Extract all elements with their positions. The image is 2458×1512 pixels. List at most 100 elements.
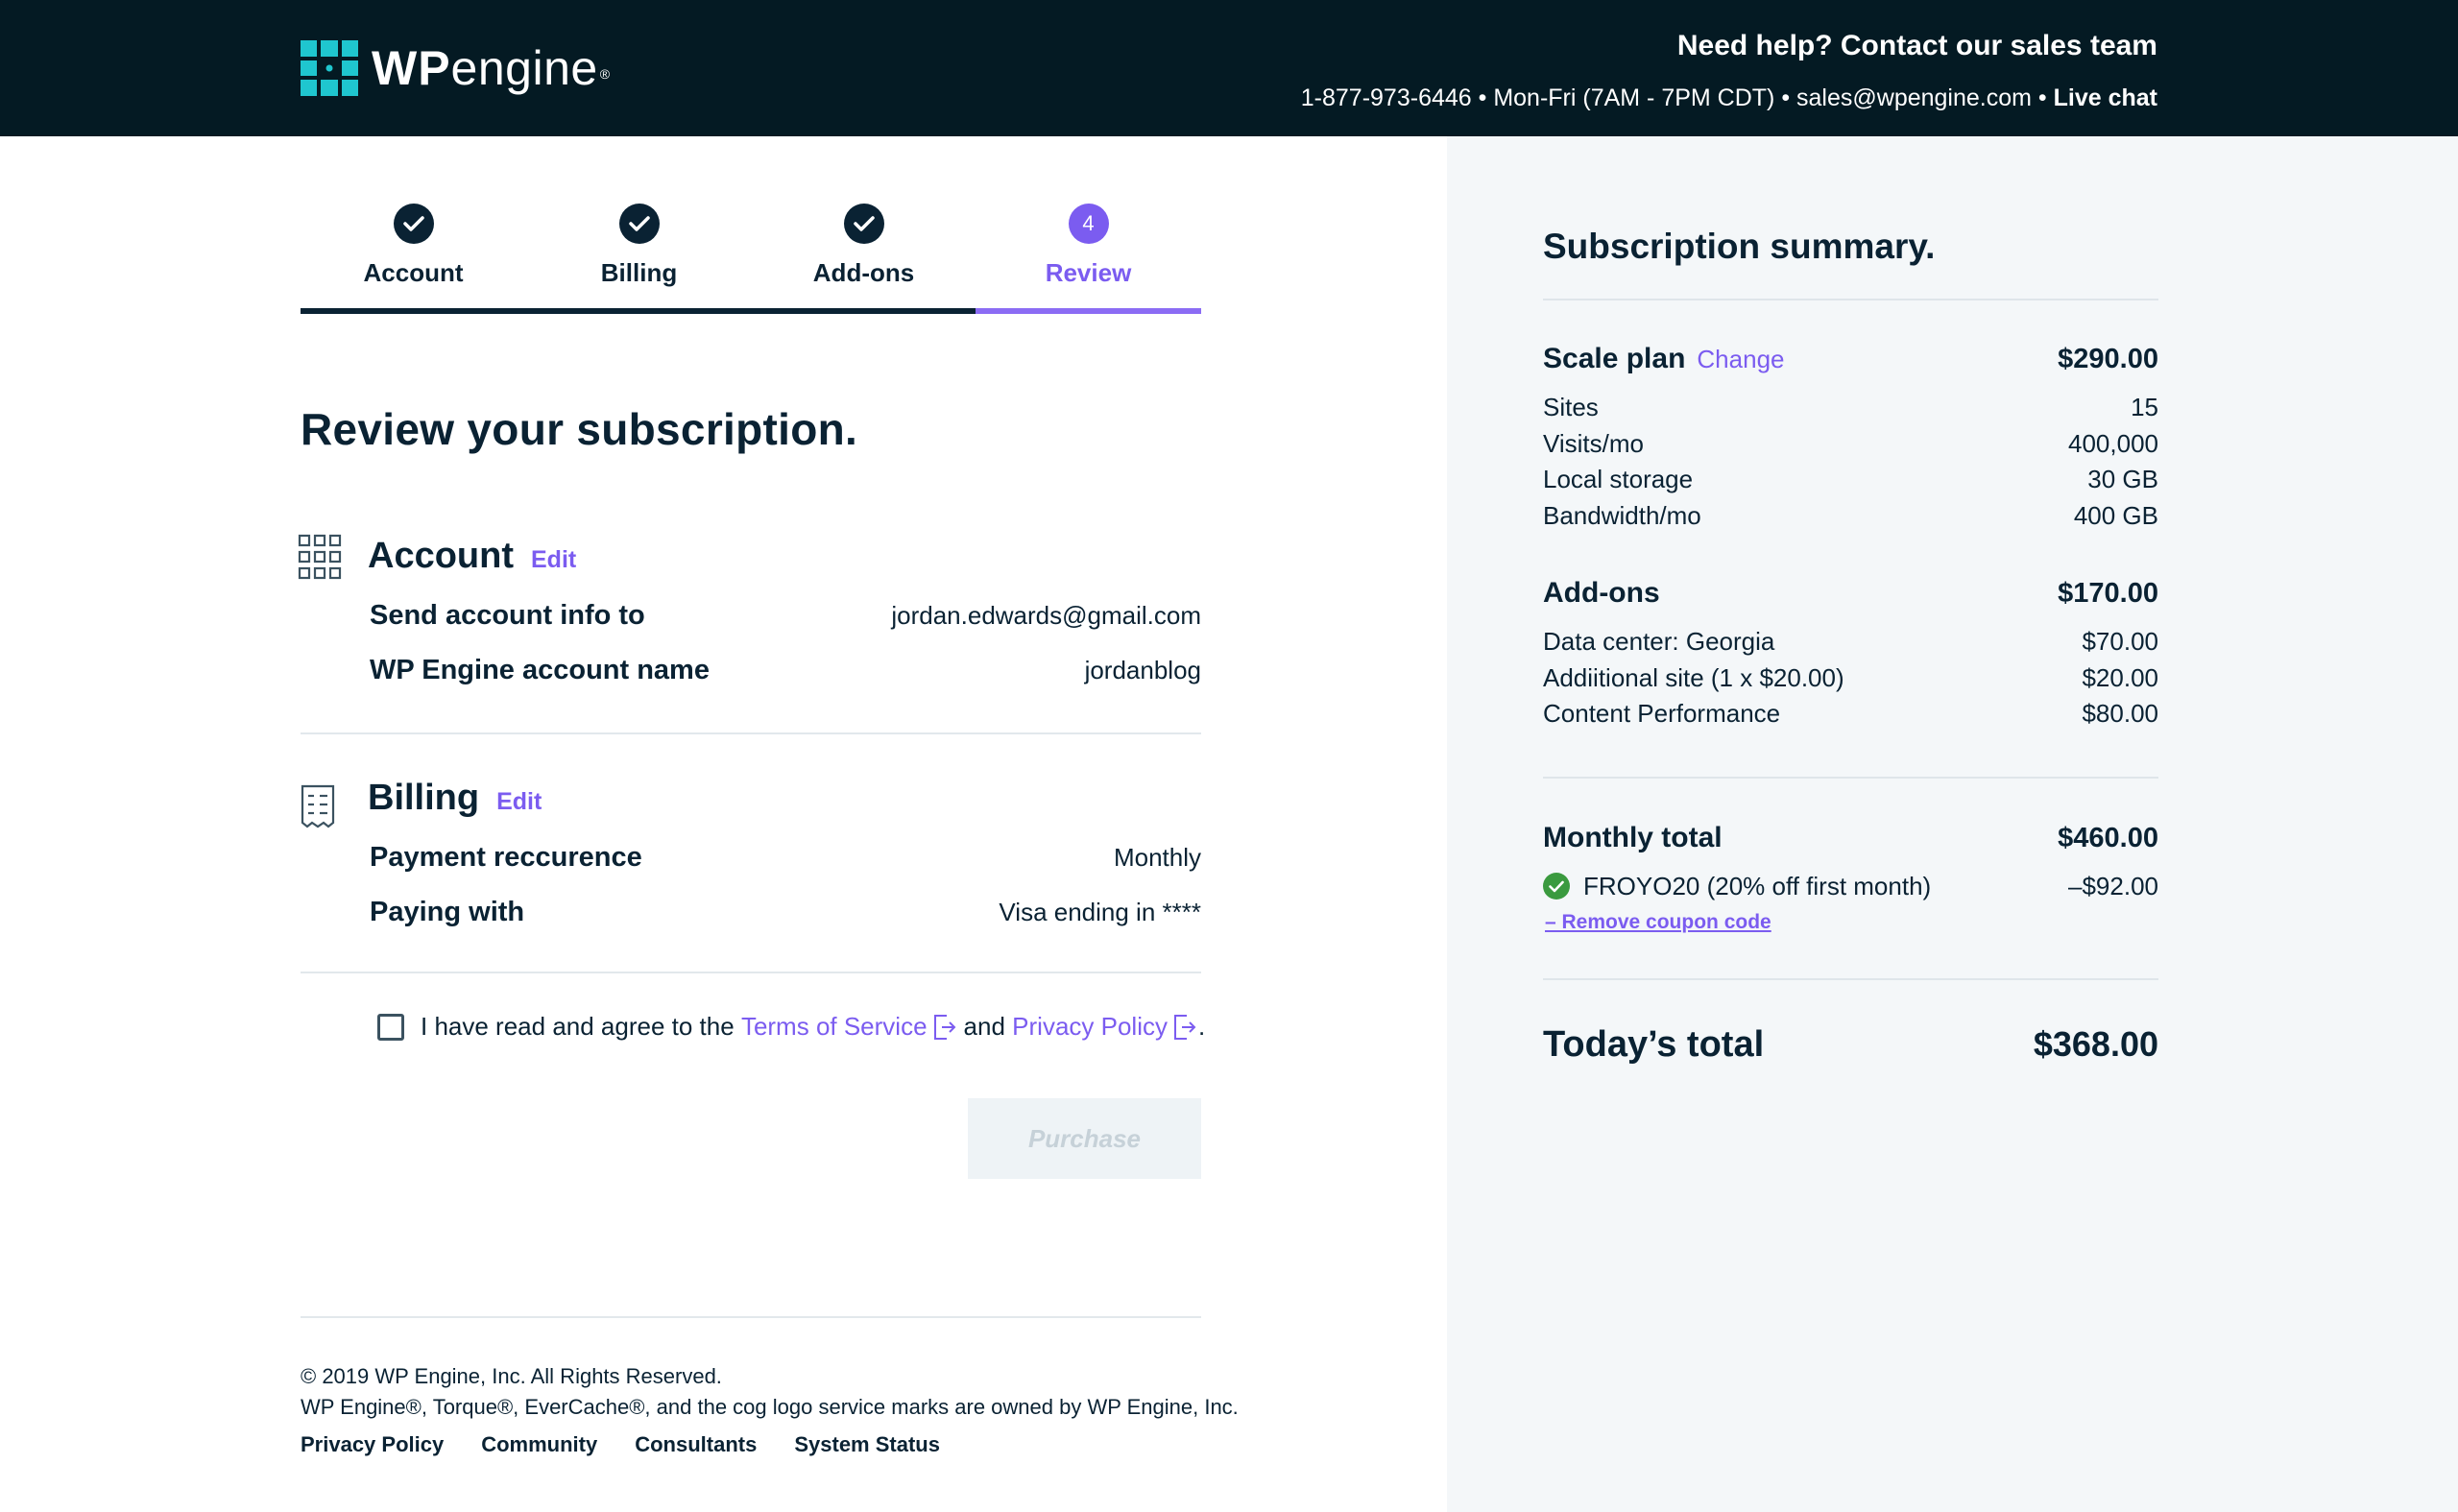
external-link-icon	[1174, 1014, 1196, 1040]
help-contact: Need help? Contact our sales team 1-877-…	[1301, 29, 2157, 113]
coupon-discount: –$92.00	[2068, 871, 2158, 900]
terms-checkbox[interactable]	[377, 1013, 404, 1041]
row-label: WP Engine account name	[370, 654, 710, 685]
step-billing[interactable]: Billing	[526, 202, 752, 317]
stepper-progress-current	[976, 308, 1201, 314]
row-label: Paying with	[370, 896, 525, 927]
step-review[interactable]: 4 Review	[976, 202, 1201, 317]
change-plan-link[interactable]: Change	[1697, 345, 1784, 373]
stepper-progress-complete	[301, 308, 976, 314]
terms-agreement: I have read and agree to the Terms of Se…	[377, 1012, 1205, 1042]
help-title: Need help? Contact our sales team	[1676, 30, 2157, 61]
help-contact-line: 1-877-973-6446 • Mon-Fri (7AM - 7PM CDT)…	[1301, 83, 2157, 113]
row-value: jordan.edwards@gmail.com	[891, 600, 1201, 630]
coupon-code: FROYO20 (20% off first month)	[1583, 871, 1932, 900]
detail-label: Content Performance	[1543, 698, 1781, 728]
monthly-total-price: $460.00	[2058, 822, 2158, 853]
plan-detail-row: Sites 15	[1543, 391, 2158, 423]
coupon-row: FROYO20 (20% off first month) –$92.00	[1543, 870, 2158, 902]
account-section-title: Account	[368, 536, 514, 576]
footer-link-consultants[interactable]: Consultants	[635, 1432, 757, 1457]
copyright: © 2019 WP Engine, Inc. All Rights Reserv…	[301, 1364, 722, 1388]
account-section-header: Account Edit	[368, 536, 576, 577]
agreement-and: and	[963, 1012, 1005, 1041]
plan-detail-row: Visits/mo 400,000	[1543, 427, 2158, 460]
detail-value: 30 GB	[2087, 464, 2158, 493]
row-label: Send account info to	[370, 599, 645, 631]
summary-divider	[1543, 978, 2158, 980]
footer-links: Privacy Policy Community Consultants Sys…	[301, 1432, 977, 1457]
billing-section-header: Billing Edit	[368, 778, 542, 819]
row-value: Visa ending in ****	[999, 897, 1201, 926]
contact-details: 1-877-973-6446 • Mon-Fri (7AM - 7PM CDT)…	[1300, 84, 2054, 111]
addons-row: Add-ons $170.00	[1543, 574, 2158, 612]
receipt-icon	[301, 784, 335, 828]
detail-label: Data center: Georgia	[1543, 626, 1775, 656]
coupon-label-group: FROYO20 (20% off first month)	[1543, 872, 1931, 901]
trademark-notice: WP Engine®, Torque®, EverCache®, and the…	[301, 1395, 1239, 1419]
addon-detail-row: Addiitional site (1 x $20.00) $20.00	[1543, 661, 2158, 694]
purchase-button[interactable]: Purchase	[968, 1098, 1201, 1179]
privacy-policy-link[interactable]: Privacy Policy	[1012, 1012, 1168, 1042]
step-label: Account	[363, 258, 464, 287]
step-account[interactable]: Account	[301, 202, 526, 317]
logo-registered: ®	[599, 66, 611, 82]
row-label: Payment reccurence	[370, 841, 642, 873]
todays-total-row: Today’s total $368.00	[1543, 1020, 2158, 1068]
addon-detail-row: Data center: Georgia $70.00	[1543, 625, 2158, 658]
detail-value: 400 GB	[2073, 500, 2158, 530]
footer-link-privacy-policy[interactable]: Privacy Policy	[301, 1432, 444, 1457]
logo-wp: WP	[372, 41, 451, 95]
monthly-total-row: Monthly total $460.00	[1543, 819, 2158, 857]
todays-total-label: Today’s total	[1543, 1023, 1765, 1065]
addon-detail-row: Content Performance $80.00	[1543, 697, 2158, 730]
grid-icon	[298, 534, 342, 580]
billing-edit-link[interactable]: Edit	[496, 788, 542, 816]
terms-of-service-link[interactable]: Terms of Service	[741, 1012, 928, 1042]
plan-detail-row: Bandwidth/mo 400 GB	[1543, 499, 2158, 532]
logo-wordmark: WPengine ®	[372, 40, 610, 96]
plan-row: Scale plan Change $290.00	[1543, 340, 2158, 378]
footer-link-system-status[interactable]: System Status	[794, 1432, 940, 1457]
account-row-email: Send account info to jordan.edwards@gmai…	[370, 598, 1201, 633]
summary-divider	[1543, 299, 2158, 300]
step-addons[interactable]: Add-ons	[751, 202, 976, 317]
check-icon	[843, 204, 884, 244]
detail-label: Visits/mo	[1543, 428, 1644, 458]
check-circle-icon	[1543, 873, 1570, 900]
footer-link-community[interactable]: Community	[481, 1432, 597, 1457]
account-row-name: WP Engine account name jordanblog	[370, 653, 1201, 687]
plan-detail-row: Local storage 30 GB	[1543, 463, 2158, 495]
step-label: Billing	[600, 258, 678, 287]
step-label: Review	[1045, 258, 1132, 287]
plan-name: Scale plan	[1543, 343, 1686, 374]
divider	[301, 1316, 1201, 1318]
billing-row-recurrence: Payment reccurence Monthly	[370, 840, 1201, 875]
top-header: WPengine ® Need help? Contact our sales t…	[0, 0, 2458, 136]
live-chat-link[interactable]: Live chat	[2054, 84, 2157, 111]
remove-coupon-link[interactable]: – Remove coupon code	[1545, 911, 1771, 934]
addons-label: Add-ons	[1543, 577, 1660, 609]
page-title: Review your subscription.	[301, 404, 858, 454]
summary-title: Subscription summary.	[1543, 227, 1936, 266]
agreement-suffix: .	[1198, 1012, 1206, 1041]
step-number: 4	[1068, 204, 1109, 244]
agreement-prefix: I have read and agree to the	[421, 1012, 735, 1041]
divider	[301, 732, 1201, 734]
detail-label: Local storage	[1543, 464, 1694, 493]
check-icon	[618, 204, 660, 244]
check-icon	[393, 204, 434, 244]
detail-value: 400,000	[2068, 428, 2158, 458]
monthly-total-label: Monthly total	[1543, 822, 1723, 853]
logo-engine: engine	[450, 41, 598, 95]
plan-label-group: Scale plan Change	[1543, 343, 1784, 375]
addons-price: $170.00	[2058, 577, 2158, 609]
account-edit-link[interactable]: Edit	[531, 546, 576, 574]
plan-price: $290.00	[2058, 343, 2158, 374]
wpengine-logo[interactable]: WPengine ®	[301, 40, 610, 96]
checkout-stepper: Account Billing Add-ons 4 Review	[301, 202, 1201, 317]
footer-legal: © 2019 WP Engine, Inc. All Rights Reserv…	[301, 1361, 1239, 1423]
detail-label: Addiitional site (1 x $20.00)	[1543, 662, 1844, 692]
divider	[301, 972, 1201, 973]
billing-section-title: Billing	[368, 778, 480, 818]
